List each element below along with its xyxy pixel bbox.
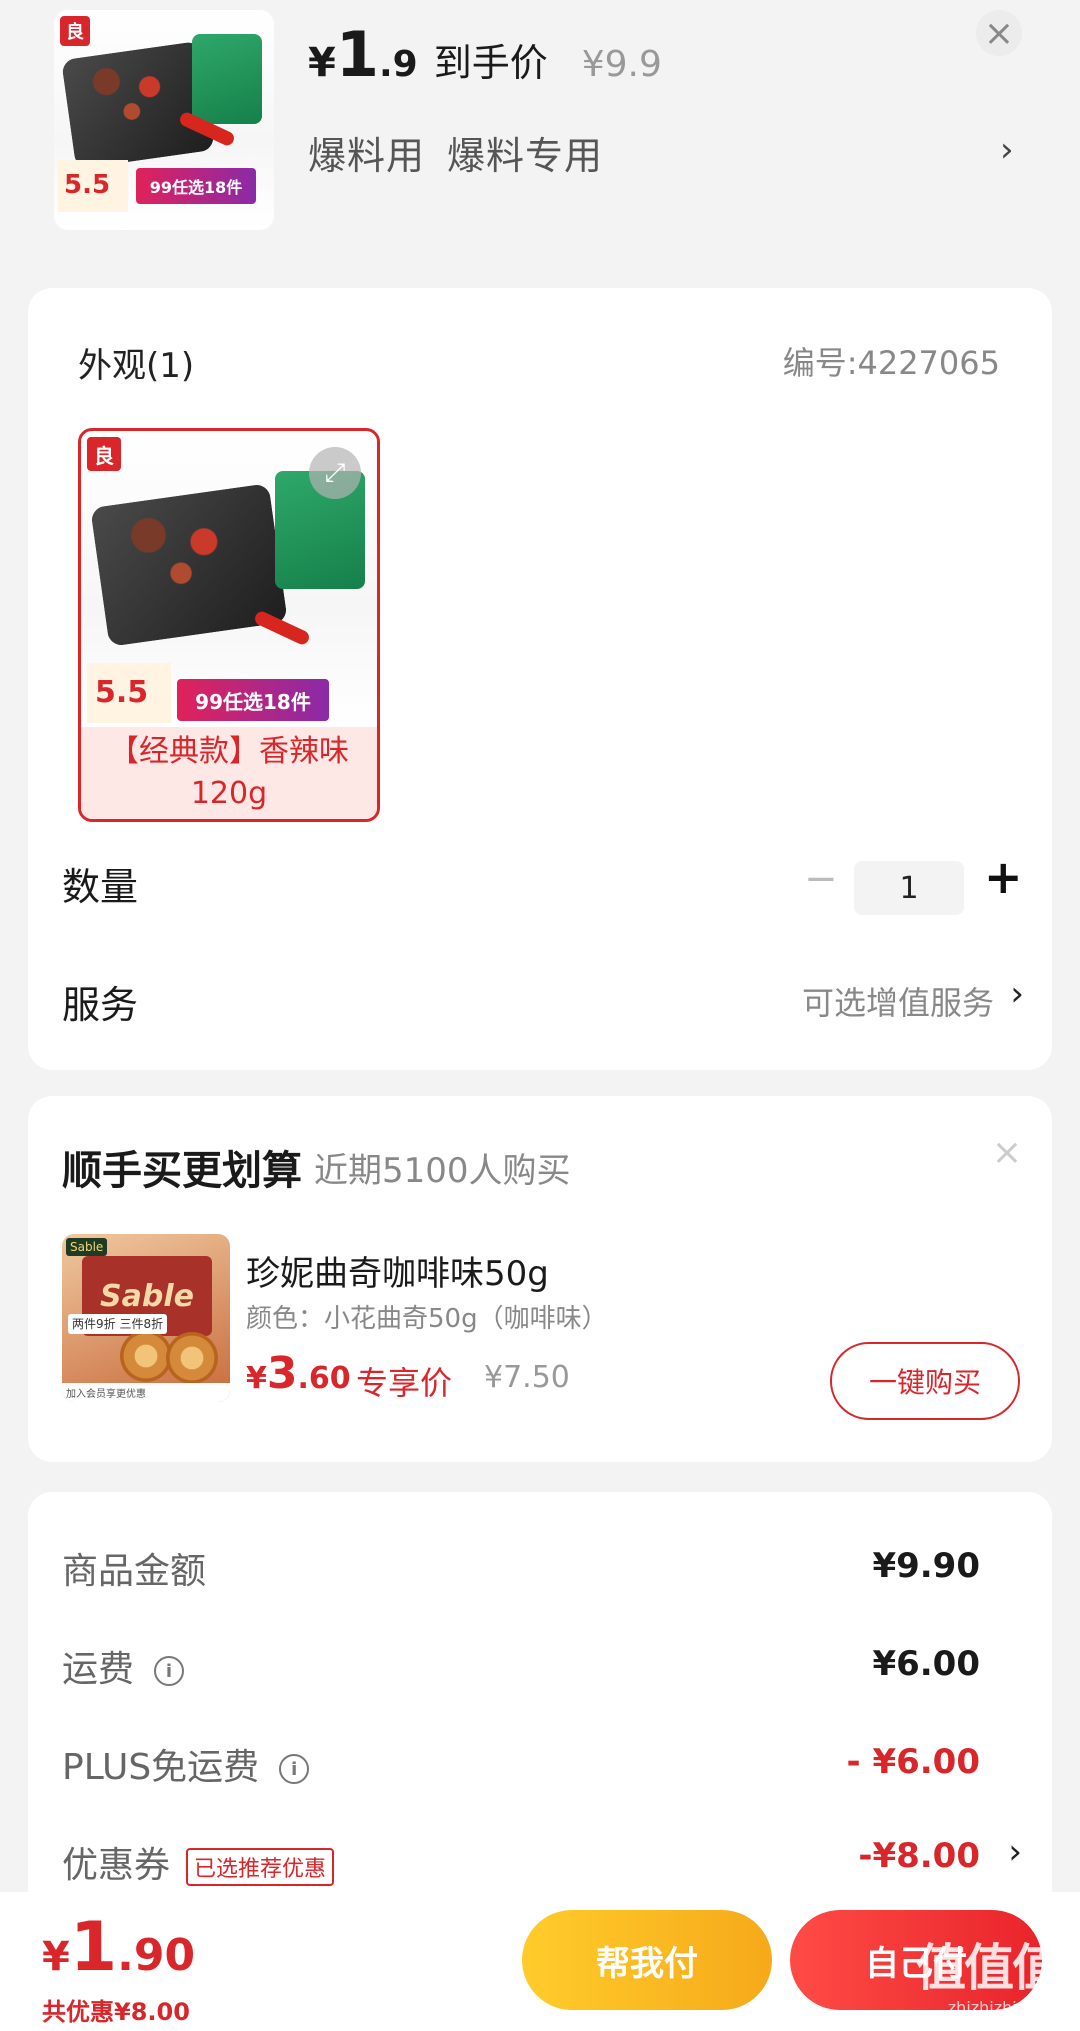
expand-icon[interactable]: ⤢ [309,447,361,499]
price-decimal: .60 [297,1361,351,1396]
header-price: ¥ 1 .9 到手价 ¥9.9 [308,24,662,87]
checkout-bar: ¥ 1 .90 共优惠¥8.00 帮我付 自己付 值值值 zhizhizhi.c… [0,1892,1080,2031]
coupon-label[interactable]: 优惠券 已选推荐优惠 [62,1836,335,1888]
quantity-decrease-button[interactable]: − [804,856,838,902]
member-note: 加入会员享更优惠 [62,1383,230,1402]
price-decimal: .90 [117,1930,196,1981]
close-icon[interactable]: × [992,1132,1022,1173]
thumb-promo-badge: 99任选18件 [136,168,256,204]
addon-price: ¥ 3 .60 [246,1348,351,1399]
total-price: ¥ 1 .90 [42,1914,195,1982]
thumb-promo-badge: 99任选18件 [177,679,329,721]
tag-item: 爆料用 [308,134,426,178]
currency-symbol: ¥ [308,40,336,86]
shipping-label-text: 运费 [62,1649,135,1690]
chevron-right-icon[interactable]: › [1010,974,1024,1014]
spec-card: 外观(1) 编号:4227065 良 5.5 99任选18件 ⤢ 【经典款】香辣… [28,288,1052,1070]
chevron-right-icon[interactable]: › [1008,1832,1022,1872]
service-label: 服务 [62,983,139,1027]
brand-logo: 良 [87,437,121,471]
addon-subtitle: 近期5100人购买 [314,1151,571,1191]
addon-original-price: ¥7.50 [484,1360,570,1395]
product-code: 编号:4227065 [782,344,1000,382]
selected-tags[interactable]: 爆料用 爆料专用 [308,125,603,180]
price-integer: 1 [335,18,379,91]
addon-product-thumbnail[interactable]: Sable Sable 两件9折 三件8折 加入会员享更优惠 [62,1234,230,1402]
variant-thumbnail: 良 5.5 99任选18件 ⤢ [81,431,377,727]
exclusive-price-tag: 专享价 [356,1364,453,1402]
chevron-right-icon[interactable]: › [1000,130,1014,170]
one-click-buy-button[interactable]: 一键购买 [830,1342,1020,1420]
quantity-input[interactable]: 1 [854,861,964,915]
subtotal-value: ¥9.90 [872,1546,980,1586]
brand-badge: Sable [66,1238,108,1256]
help-pay-button[interactable]: 帮我付 [522,1910,772,2010]
watermark-logo: 值值值 [916,1939,1062,1997]
addon-product-spec: 颜色：小花曲奇50g（咖啡味） [246,1304,608,1334]
tag-item: 爆料专用 [447,134,604,178]
watermark-url: zhizhizhi.com [947,1998,1056,2017]
plus-free-shipping-label: PLUS免运费 i [62,1738,310,1790]
subtotal-label: 商品金额 [62,1551,207,1592]
addon-title: 顺手买更划算 [62,1148,302,1194]
price-decimal: .9 [378,44,418,85]
plus-label-text: PLUS免运费 [62,1747,260,1788]
coupon-value[interactable]: -¥8.00 [858,1836,980,1876]
variant-label: 【经典款】香辣味120g [81,727,377,819]
coupon-label-text: 优惠券 [62,1845,171,1886]
price-integer: 1 [69,1908,118,1987]
total-savings: 共优惠¥8.00 [42,1998,190,2026]
info-icon[interactable]: i [279,1754,310,1784]
close-button[interactable]: × [976,10,1022,56]
plus-discount-value: - ¥6.00 [846,1742,981,1782]
info-icon[interactable]: i [154,1656,185,1686]
discount-note: 两件9折 三件8折 [68,1314,168,1334]
quantity-label: 数量 [62,865,139,909]
product-thumbnail[interactable]: 良 5.5 99任选18件 [54,10,274,230]
addon-product-name[interactable]: 珍妮曲奇咖啡味50g [246,1246,549,1295]
brand-logo: 良 [60,16,90,46]
addon-card: 顺手买更划算 近期5100人购买 × Sable Sable 两件9折 三件8折… [28,1096,1052,1462]
quantity-increase-button[interactable]: + [984,850,1023,904]
original-price: ¥9.9 [581,44,662,85]
shipping-label: 运费 i [62,1640,185,1692]
thumb-price-chip: 5.5 [58,160,128,212]
recommended-coupon-tag: 已选推荐优惠 [186,1848,335,1886]
currency-symbol: ¥ [42,1934,70,1980]
shipping-value: ¥6.00 [872,1644,980,1684]
spec-title: 外观(1) [78,346,195,386]
package-image [192,34,262,124]
price-label: 到手价 [433,41,548,85]
service-value[interactable]: 可选增值服务 [802,978,994,1024]
variant-option-selected[interactable]: 良 5.5 99任选18件 ⤢ 【经典款】香辣味120g [78,428,380,822]
price-integer: 3 [266,1348,298,1399]
cookie-image [166,1332,218,1384]
cookie-image [120,1330,172,1382]
thumb-price-chip: 5.5 [87,663,171,723]
currency-symbol: ¥ [246,1361,267,1396]
